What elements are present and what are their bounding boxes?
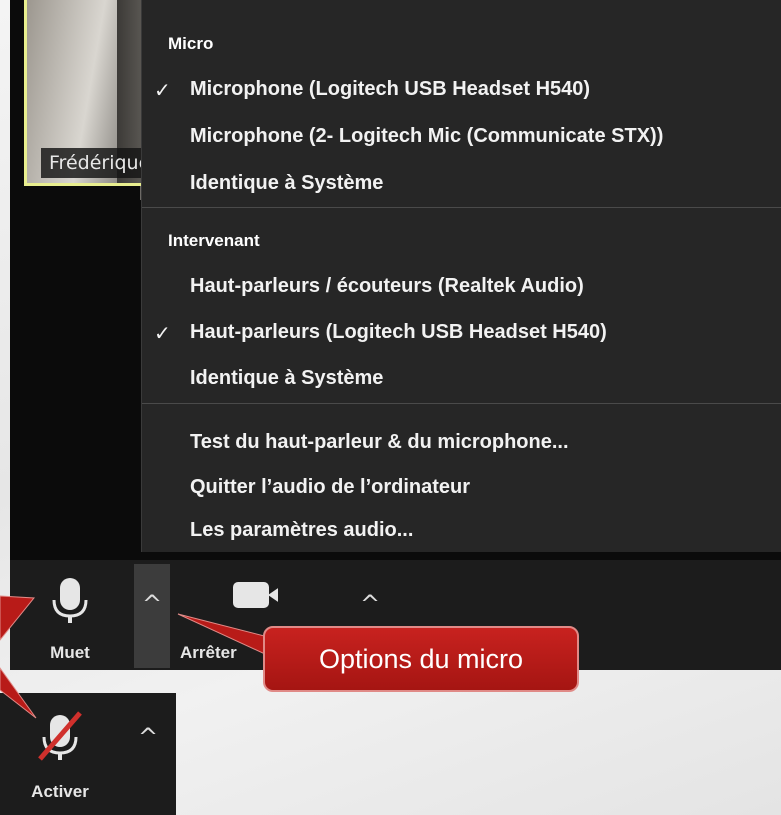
arrow-to-mute-button <box>0 595 36 641</box>
arrow-to-unmute-button <box>0 667 37 719</box>
callout-options-du-micro: Options du micro <box>263 626 579 692</box>
annotation-arrows <box>0 595 281 719</box>
